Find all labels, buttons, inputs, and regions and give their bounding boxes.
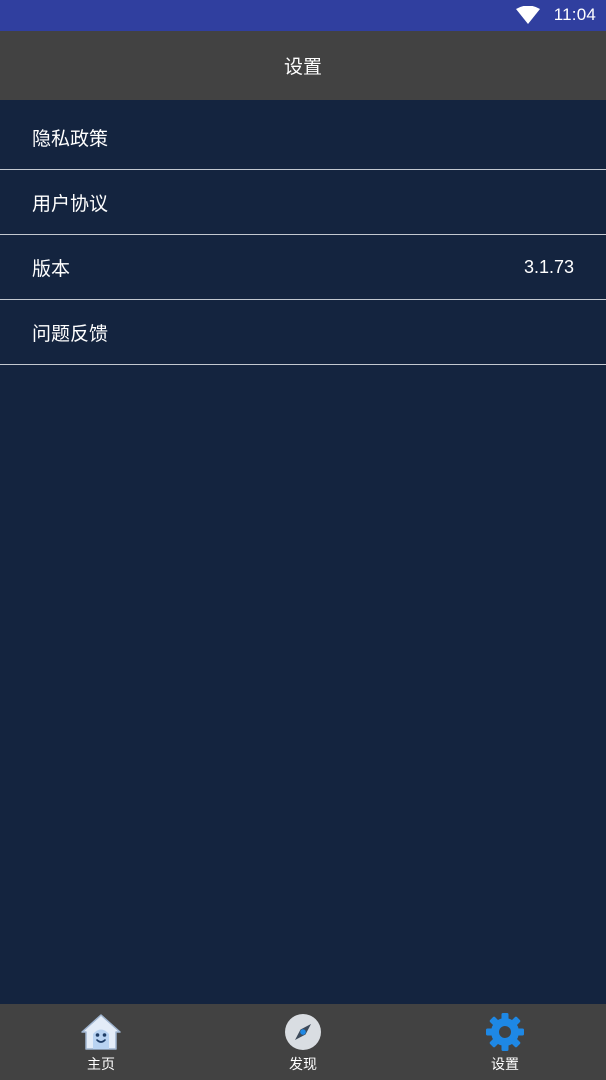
app-header: 设置 — [0, 31, 606, 100]
wifi-icon — [516, 6, 540, 24]
version-value: 3.1.73 — [523, 256, 574, 277]
menu-item-label: 问题反馈 — [32, 322, 109, 345]
tab-discover[interactable]: 发现 — [202, 1004, 404, 1080]
gear-icon — [484, 1011, 526, 1053]
tab-label: 设置 — [491, 1057, 519, 1073]
status-bar: 11:04 — [0, 0, 606, 31]
settings-list: 隐私政策 用户协议 版本 3.1.73 问题反馈 — [0, 105, 606, 365]
page-title: 设置 — [283, 56, 322, 78]
menu-item-label: 隐私政策 — [32, 127, 109, 150]
tab-home[interactable]: 主页 — [0, 1004, 202, 1080]
tab-label: 主页 — [87, 1057, 115, 1073]
menu-item-feedback[interactable]: 问题反馈 — [0, 300, 606, 365]
menu-item-label: 用户协议 — [32, 192, 109, 215]
status-time: 11:04 — [553, 5, 596, 24]
tab-label: 发现 — [289, 1057, 317, 1073]
home-icon — [80, 1011, 122, 1053]
menu-item-privacy-policy[interactable]: 隐私政策 — [0, 105, 606, 170]
compass-icon — [282, 1011, 324, 1053]
menu-item-user-agreement[interactable]: 用户协议 — [0, 170, 606, 235]
bottom-tab-bar: 主页 发现 设置 — [0, 1004, 606, 1080]
menu-item-label: 版本 — [32, 257, 71, 280]
tab-settings[interactable]: 设置 — [404, 1004, 606, 1080]
menu-item-version[interactable]: 版本 3.1.73 — [0, 235, 606, 300]
